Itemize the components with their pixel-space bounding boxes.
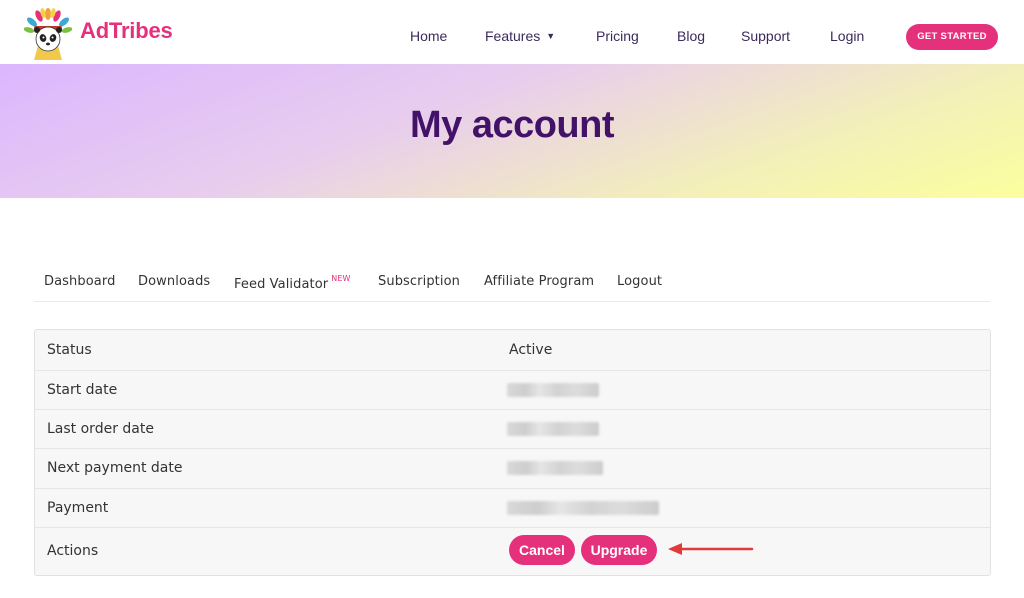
tab-affiliate-program[interactable]: Affiliate Program: [484, 274, 594, 289]
nav-home[interactable]: Home: [410, 28, 447, 44]
account-navigation: Dashboard Downloads Feed Validator NEW Su…: [34, 268, 990, 302]
tab-logout[interactable]: Logout: [617, 274, 662, 289]
status-value: Active: [509, 342, 553, 358]
get-started-button[interactable]: GET STARTED: [906, 24, 998, 50]
table-row-start-date: Start date: [35, 371, 990, 410]
nav-blog[interactable]: Blog: [677, 28, 705, 44]
redacted-value: [507, 383, 599, 397]
row-label: Payment: [47, 500, 109, 516]
table-row-next-payment-date: Next payment date: [35, 449, 990, 489]
upgrade-subscription-button[interactable]: Upgrade: [581, 535, 657, 565]
row-label: Status: [47, 342, 92, 358]
tab-feed-validator-label: Feed Validator: [234, 277, 329, 292]
redacted-value: [507, 461, 603, 475]
redacted-value: [507, 422, 599, 436]
subscription-details-table: Status Active Start date Last order date…: [34, 329, 991, 576]
cancel-subscription-button[interactable]: Cancel: [509, 535, 575, 565]
table-row-last-order-date: Last order date: [35, 410, 990, 449]
site-header: AdTribes Home Features ▼ Pricing Blog Sup…: [0, 0, 1024, 64]
table-row-status: Status Active: [35, 330, 990, 371]
red-arrow-icon: [668, 543, 754, 555]
row-label: Next payment date: [47, 460, 183, 476]
nav-features[interactable]: Features ▼: [485, 28, 555, 44]
tab-feed-validator[interactable]: Feed Validator NEW: [234, 274, 350, 292]
redacted-value: [507, 501, 659, 515]
tab-subscription[interactable]: Subscription: [378, 274, 460, 289]
hero-banner: My account: [0, 64, 1024, 198]
row-label: Actions: [47, 543, 99, 559]
tab-downloads[interactable]: Downloads: [138, 274, 210, 289]
nav-login[interactable]: Login: [830, 28, 864, 44]
page-title: My account: [409, 104, 615, 146]
chevron-down-icon: ▼: [546, 31, 556, 41]
main-nav: Home Features ▼ Pricing Blog Support Logi…: [0, 28, 1024, 48]
row-label: Start date: [47, 382, 118, 398]
nav-features-label: Features: [485, 28, 541, 44]
table-row-payment: Payment: [35, 489, 990, 528]
tab-dashboard[interactable]: Dashboard: [44, 274, 115, 289]
nav-support[interactable]: Support: [741, 28, 790, 44]
table-row-actions: Actions Cancel Upgrade: [35, 528, 990, 575]
new-badge: NEW: [331, 274, 351, 283]
row-label: Last order date: [47, 421, 154, 437]
nav-pricing[interactable]: Pricing: [596, 28, 639, 44]
